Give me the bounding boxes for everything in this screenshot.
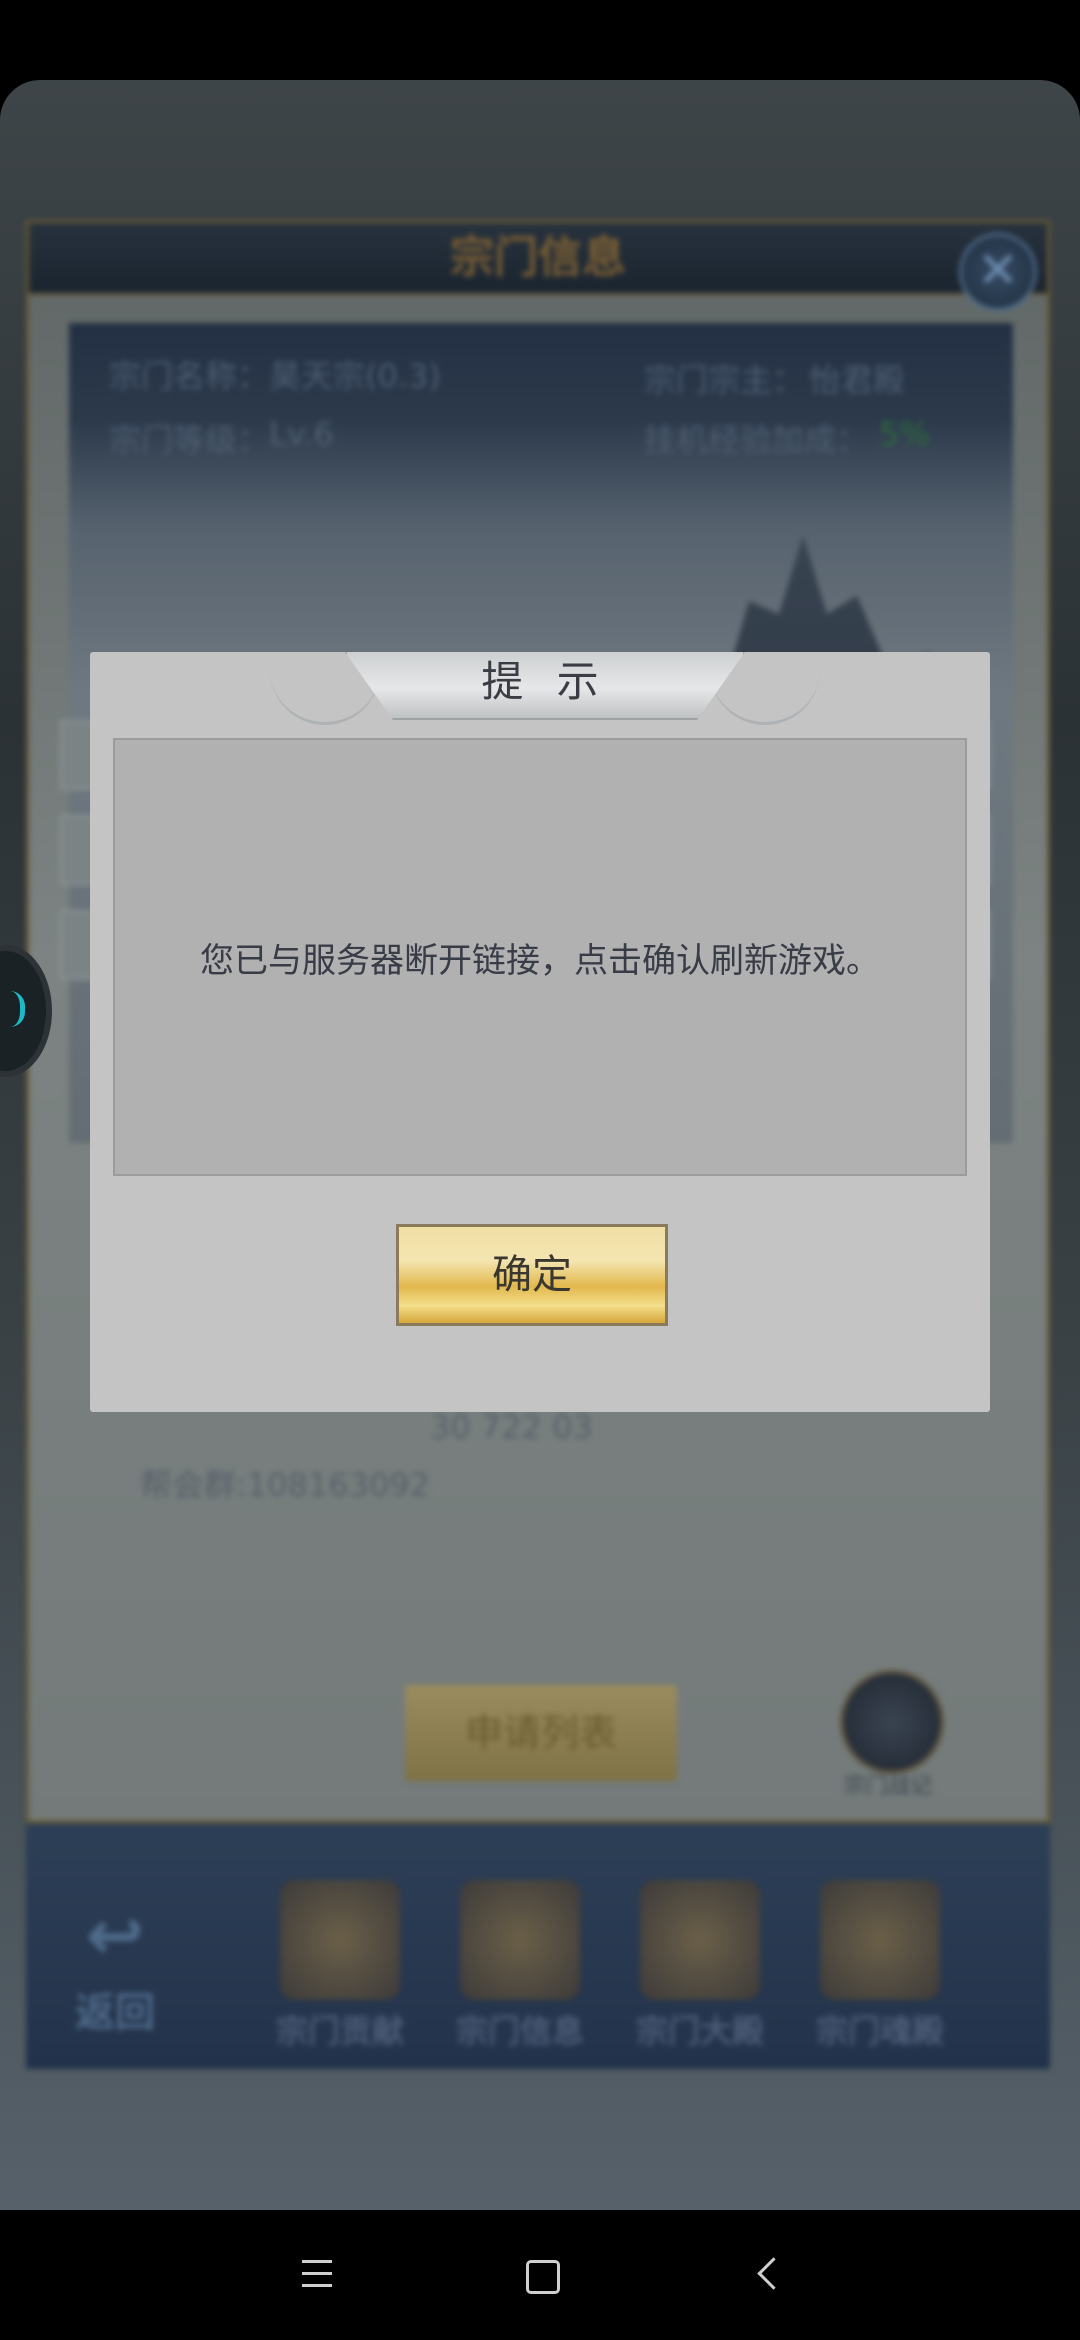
sect-war-icon[interactable] bbox=[840, 1670, 944, 1774]
disconnect-dialog: 提 示 您已与服务器断开链接，点击确认刷新游戏。 确定 bbox=[90, 652, 990, 1412]
return-arrow-icon: ↩ bbox=[85, 1894, 145, 1976]
nav-label: 宗门大殿 bbox=[635, 2012, 764, 2050]
sect-info-icon bbox=[460, 1880, 580, 2000]
sect-war-label: 宗门战记 bbox=[843, 1774, 932, 1799]
nav-sect-soul-hall[interactable]: 宗门魂殿 bbox=[805, 1880, 955, 2050]
sect-leader-value: 怡君殿 bbox=[809, 361, 906, 399]
panel-close-icon[interactable]: ✕ bbox=[959, 233, 1037, 311]
home-button[interactable] bbox=[516, 2250, 566, 2300]
menu-button[interactable] bbox=[294, 2250, 344, 2300]
sect-leader-label: 宗门宗主： bbox=[644, 361, 805, 399]
dialog-message-box: 您已与服务器断开链接，点击确认刷新游戏。 bbox=[113, 738, 967, 1176]
exp-bonus-value: 5% bbox=[879, 415, 930, 453]
panel-title: 宗门信息 bbox=[29, 223, 1047, 295]
back-nav-button[interactable] bbox=[746, 2250, 796, 2300]
back-label: 返回 bbox=[75, 1990, 155, 2036]
sect-level-label: 宗门等级： bbox=[109, 421, 270, 459]
sect-level-value: Lv.6 bbox=[269, 415, 334, 453]
home-icon bbox=[526, 2260, 560, 2294]
partial-text: 30 722 03 bbox=[430, 1408, 593, 1446]
sect-soul-hall-icon bbox=[820, 1880, 940, 2000]
back-button[interactable]: ↩ 返回 bbox=[50, 1890, 180, 2036]
sect-contribution-icon bbox=[280, 1880, 400, 2000]
sect-name-label: 宗门名称： bbox=[109, 357, 270, 395]
confirm-button[interactable]: 确定 bbox=[396, 1224, 668, 1326]
nav-sect-hall[interactable]: 宗门大殿 bbox=[625, 1880, 775, 2050]
nav-label: 宗门贡献 bbox=[275, 2012, 404, 2050]
group-number-text: 帮会群:108163092 bbox=[140, 1466, 431, 1504]
apply-list-button[interactable]: 申请列表 bbox=[405, 1685, 677, 1781]
exp-bonus-label: 挂机经验加成： bbox=[644, 421, 869, 459]
sect-hall-icon bbox=[640, 1880, 760, 2000]
dialog-title: 提 示 bbox=[481, 657, 609, 706]
nav-label: 宗门信息 bbox=[455, 2012, 584, 2050]
nav-sect-info[interactable]: 宗门信息 bbox=[445, 1880, 595, 2050]
system-nav-bar bbox=[0, 2210, 1080, 2340]
back-icon bbox=[757, 2257, 790, 2290]
menu-icon bbox=[302, 2260, 332, 2296]
nav-sect-contribution[interactable]: 宗门贡献 bbox=[265, 1880, 415, 2050]
dialog-message: 您已与服务器断开链接，点击确认刷新游戏。 bbox=[200, 940, 880, 981]
nav-label: 宗门魂殿 bbox=[815, 2012, 944, 2050]
sect-name-value: 昊天宗(0.3) bbox=[269, 357, 441, 395]
